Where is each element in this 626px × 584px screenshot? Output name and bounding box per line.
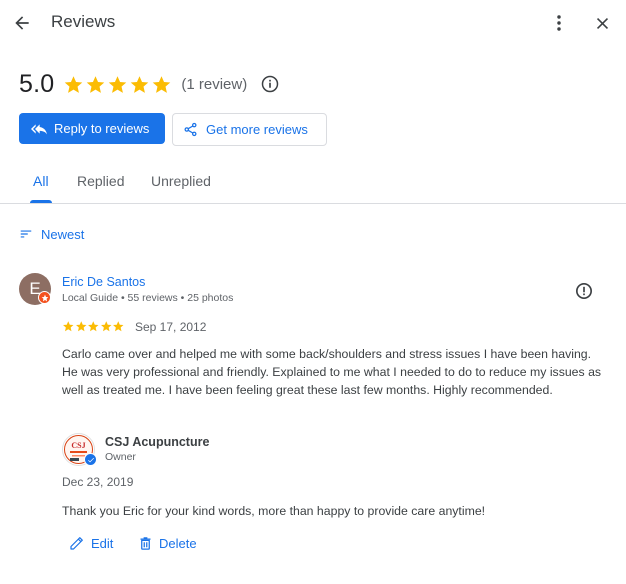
arrow-back-icon [15,16,29,30]
review-text: Carlo came over and helped me with some … [62,347,602,397]
close-button[interactable] [590,11,614,35]
report-icon [575,282,593,300]
sort-icon [20,230,32,238]
page-title: Reviews [51,12,116,31]
get-more-reviews-button[interactable]: Get more reviews [172,113,327,146]
review-filter-tabs: All Replied Unreplied [0,164,626,204]
star-icon [63,321,74,332]
reply-text: Thank you Eric for your kind words, more… [62,504,486,518]
star-icon [65,75,83,93]
delete-label: Delete [159,535,197,551]
tab-replied[interactable]: Replied [77,173,124,189]
review-count: (1 review) [181,75,248,93]
star-icon [75,321,86,332]
header-bar: Reviews [0,0,626,46]
reviewer-name[interactable]: Eric De Santos [62,275,145,289]
sort-button[interactable]: Newest [19,224,84,244]
more-vert-icon [557,15,561,31]
local-guide-badge [38,291,51,304]
info-icon [261,75,279,93]
rating-summary: 5.0 (1 review) [19,68,281,100]
edit-reply-button[interactable]: Edit [69,533,113,553]
rating-value: 5.0 [19,69,55,98]
tab-all[interactable]: All [33,173,49,189]
reply-button-label: Reply to reviews [54,121,150,136]
reviewer-meta: Local Guide • 55 reviews • 25 photos [62,292,234,304]
reply-all-icon [31,123,47,134]
tab-unreplied[interactable]: Unreplied [151,173,211,189]
star-icon [100,321,111,332]
star-icon [153,75,171,93]
rating-stars [63,74,172,95]
report-review-button[interactable] [573,280,595,302]
share-icon [184,122,197,137]
owner-logo-text: CSJ [71,441,85,450]
get-more-button-label: Get more reviews [206,122,308,137]
delete-reply-button[interactable]: Delete [138,533,197,553]
reply-date: Dec 23, 2019 [62,475,134,489]
edit-label: Edit [91,535,114,551]
star-icon [109,75,127,93]
star-icon [88,321,99,332]
pencil-icon [70,537,83,550]
check-icon [87,457,94,462]
active-tab-indicator [30,200,52,203]
close-icon [596,17,608,29]
back-button[interactable] [10,11,34,35]
star-badge-icon [41,294,48,301]
verified-badge [84,453,97,466]
star-icon [87,75,105,93]
trash-icon [140,536,151,550]
star-icon [113,321,124,332]
more-options-button[interactable] [547,11,571,35]
owner-role: Owner [105,451,136,463]
star-icon [131,75,149,93]
review-date: Sep 17, 2012 [135,320,207,334]
review-stars [62,320,125,333]
reply-to-reviews-button[interactable]: Reply to reviews [19,113,165,144]
owner-name: CSJ Acupuncture [105,435,210,449]
sort-label: Newest [41,226,85,242]
info-button[interactable] [259,73,281,95]
